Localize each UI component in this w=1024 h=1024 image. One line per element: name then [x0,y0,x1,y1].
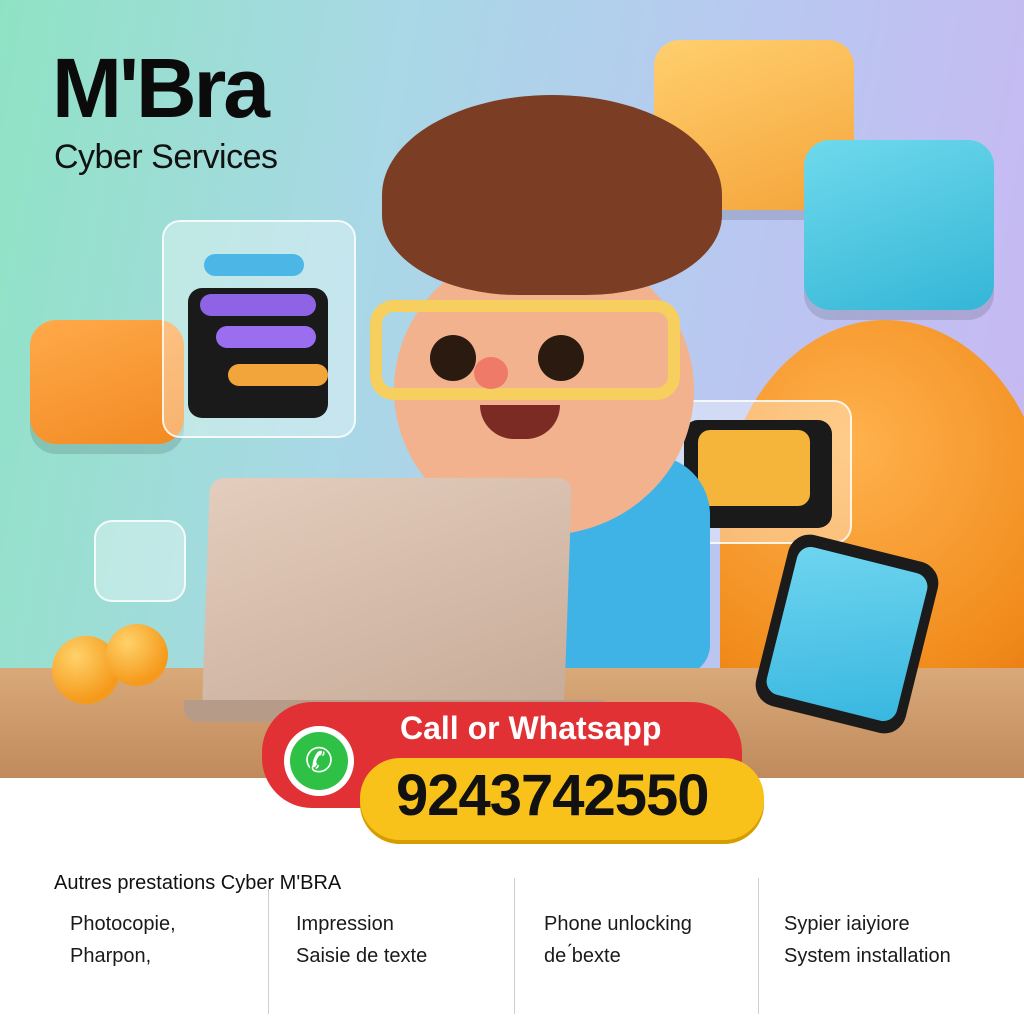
small-tile-graphic [94,520,186,602]
divider [514,878,515,1014]
phone-number[interactable]: 9243742550 [396,762,710,829]
menu-card-graphic [162,220,356,438]
services-heading: Autres prestations Cyber M'BRA [54,872,342,894]
divider [268,878,269,1014]
service-column-2: Impression Saisie de texte [296,908,427,972]
service-column-3: Phone unlocking de ́bexte [544,908,692,972]
cta-label: Call or Whatsapp [400,710,662,746]
service-item: Phone unlocking [544,913,692,935]
service-item: Pharpon, [70,945,152,967]
service-column-1: Photocopie, Pharpon, [70,908,176,972]
phone-screen [763,544,931,724]
brand-subtitle: Cyber Services [54,138,278,176]
brand-title: M'Bra [52,41,270,135]
service-item: de ́bexte [544,945,621,967]
orange-fruit-2 [106,624,168,686]
service-column-4: Sypier iaiyiore System installation [784,908,951,972]
decorative-cube-orange-left [30,320,184,444]
service-item: Photocopie, [70,913,176,935]
decorative-cube-blue [804,140,994,310]
hero-illustration: M'Bra Cyber Services [0,0,1024,778]
whatsapp-icon[interactable]: ✆ [284,726,354,796]
laptop-graphic [201,478,573,710]
divider [758,878,759,1014]
service-item: System installation [784,945,951,967]
service-item: Impression [296,913,394,935]
phone-handset-icon: ✆ [290,732,348,790]
service-item: Sypier iaiyiore [784,913,910,935]
service-item: Saisie de texte [296,945,428,967]
